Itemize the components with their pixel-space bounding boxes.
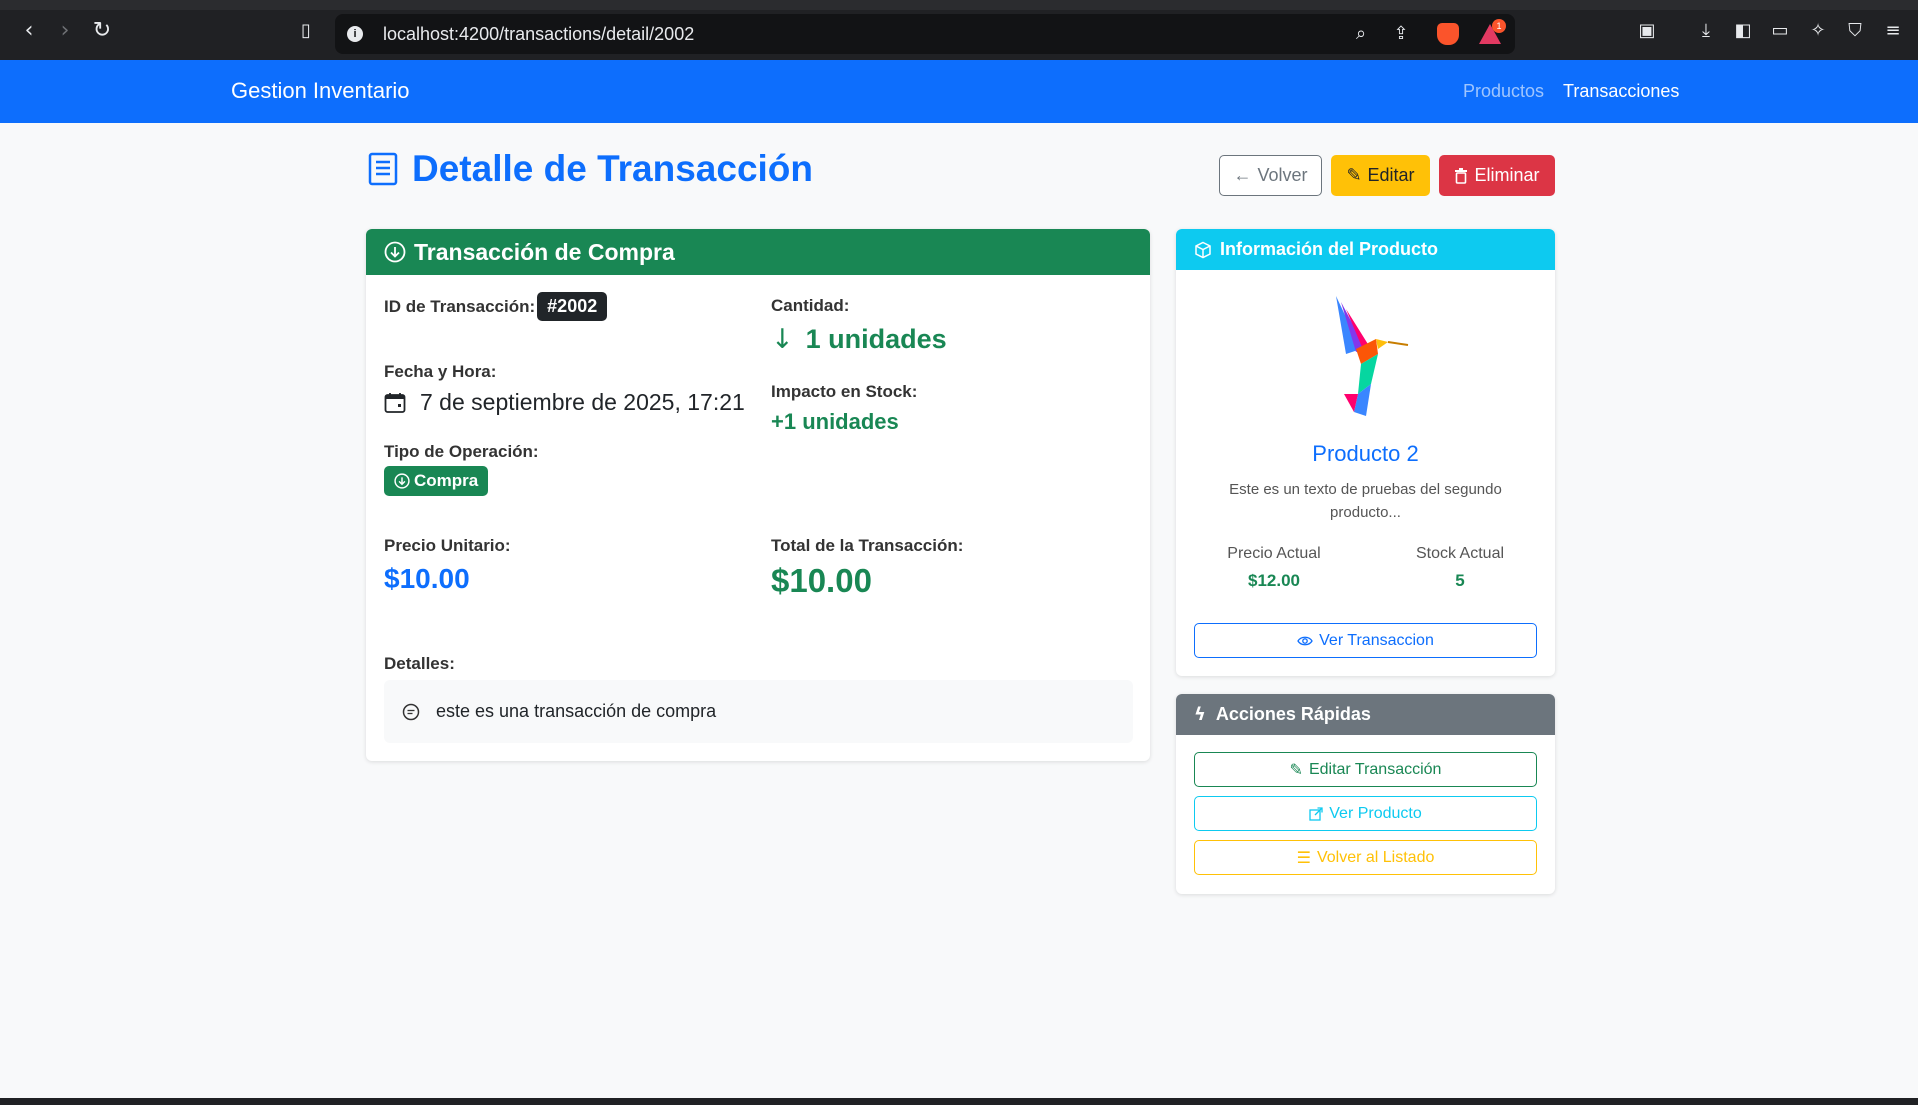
unit-price-label: Precio Unitario: xyxy=(384,536,511,555)
quick-actions-title: Acciones Rápidas xyxy=(1215,704,1371,724)
quantity-value-row: ↓ 1 unidades xyxy=(771,324,947,355)
arrow-down-circle-icon xyxy=(384,241,406,263)
details-value: este es una transacción de compra xyxy=(436,701,717,721)
date-label: Fecha y Hora: xyxy=(384,362,497,381)
navbar-brand[interactable]: Gestion Inventario xyxy=(231,78,410,104)
edit-button-label: Editar xyxy=(1367,165,1415,185)
quick-actions-card: ϟ Acciones Rápidas ✎ Editar Transacción … xyxy=(1176,694,1555,894)
calendar-icon xyxy=(384,392,406,413)
arrow-left-icon: ← xyxy=(1233,165,1252,185)
list-icon: ☰ xyxy=(1296,848,1311,867)
product-info-card: Información del Producto Producto 2 Este… xyxy=(1176,229,1555,676)
eye-icon xyxy=(1297,636,1313,645)
date-value: 7 de septiembre de 2025, 17:21 xyxy=(420,389,745,415)
lightning-icon: ϟ xyxy=(1194,704,1206,725)
unit-price-value: $10.00 xyxy=(384,563,470,594)
view-transaction-button[interactable]: Ver Transaccion xyxy=(1194,623,1537,658)
product-card-title: Información del Producto xyxy=(1220,239,1439,259)
bookmark-icon[interactable]: ▯ xyxy=(293,18,319,44)
share-icon[interactable]: ⇪ xyxy=(1389,22,1413,46)
pencil-icon: ✎ xyxy=(1346,165,1362,185)
address-bar[interactable]: i localhost:4200/transactions/detail/200… xyxy=(335,14,1515,54)
zoom-icon[interactable]: ⌕ xyxy=(1349,22,1373,46)
view-product-button[interactable]: Ver Producto xyxy=(1194,796,1537,831)
external-link-icon xyxy=(1309,806,1323,821)
product-image xyxy=(1336,296,1409,416)
reload-icon[interactable]: ↻ xyxy=(89,18,115,44)
operation-type-badge: Compra xyxy=(384,466,489,496)
product-card-header: Información del Producto xyxy=(1176,229,1555,270)
vpn-icon[interactable]: ⛉ xyxy=(1842,18,1868,44)
nav-link-transacciones[interactable]: Transacciones xyxy=(1563,81,1679,102)
transaction-card-title: Transacción de Compra xyxy=(414,238,675,265)
url-text[interactable]: localhost:4200/transactions/detail/2002 xyxy=(383,24,694,45)
delete-button-label: Eliminar xyxy=(1474,165,1540,185)
price-label: Precio Actual xyxy=(1227,545,1321,562)
tab-strip xyxy=(0,0,1918,10)
stock-value: 5 xyxy=(1455,571,1465,590)
transaction-id-label: ID de Transacción: xyxy=(384,296,536,316)
brave-shields-icon[interactable] xyxy=(1437,23,1459,45)
page-title: Detalle de Transacción xyxy=(368,148,813,190)
operation-type-label: Tipo de Operación: xyxy=(384,442,539,461)
operation-type-value: Compra xyxy=(414,471,479,490)
receipt-icon xyxy=(368,152,398,186)
pencil-icon: ✎ xyxy=(1289,761,1303,779)
stock-impact-label: Impacto en Stock: xyxy=(771,382,918,401)
arrow-down-circle-icon xyxy=(394,473,410,489)
total-value: $10.00 xyxy=(771,562,872,599)
leo-ai-icon[interactable]: ✧ xyxy=(1805,18,1831,44)
total-label: Total de la Transacción: xyxy=(771,536,964,555)
nav-link-productos[interactable]: Productos xyxy=(1463,81,1544,102)
box-icon xyxy=(1195,241,1211,258)
quantity-value: 1 unidades xyxy=(805,324,947,354)
transaction-id-badge: #2002 xyxy=(537,292,608,321)
back-to-list-label: Volver al Listado xyxy=(1316,848,1435,866)
product-name[interactable]: Producto 2 xyxy=(1176,441,1555,467)
product-description: Este es un texto de pruebas del segundo … xyxy=(1229,481,1502,521)
forward-arrow-icon[interactable]: › xyxy=(52,18,78,44)
view-transaction-label: Ver Transaccion xyxy=(1319,631,1434,649)
site-info-icon[interactable]: i xyxy=(347,26,363,42)
reader-mode-icon[interactable]: ▣ xyxy=(1634,18,1660,44)
price-value: $12.00 xyxy=(1248,571,1300,590)
details-label: Detalles: xyxy=(384,654,455,673)
edit-transaction-button[interactable]: ✎ Editar Transacción xyxy=(1194,752,1537,787)
back-arrow-icon[interactable]: ‹ xyxy=(16,18,42,44)
menu-icon[interactable]: ≡ xyxy=(1880,18,1906,44)
stock-label: Stock Actual xyxy=(1415,545,1505,562)
page-title-text: Detalle de Transacción xyxy=(412,148,814,189)
transaction-card-header: Transacción de Compra xyxy=(366,229,1150,275)
quick-actions-header: ϟ Acciones Rápidas xyxy=(1176,694,1555,735)
wallet-icon[interactable]: ▭ xyxy=(1767,18,1793,44)
transaction-card: Transacción de Compra ID de Transacción:… xyxy=(366,229,1150,761)
taskbar-edge xyxy=(0,1098,1918,1105)
details-box: este es una transacción de compra xyxy=(384,680,1133,743)
trash-icon xyxy=(1455,167,1468,184)
back-button-label: Volver xyxy=(1257,165,1308,185)
sidebar-icon[interactable]: ◧ xyxy=(1730,18,1756,44)
delete-button[interactable]: Eliminar xyxy=(1439,155,1555,196)
back-button[interactable]: ← Volver xyxy=(1219,155,1322,196)
stock-impact-value: +1 unidades xyxy=(771,409,899,434)
transaction-id-row: ID de Transacción: #2002 xyxy=(384,292,608,321)
edit-button[interactable]: ✎ Editar xyxy=(1331,155,1430,196)
edit-transaction-label: Editar Transacción xyxy=(1308,760,1442,778)
back-to-list-button[interactable]: ☰ Volver al Listado xyxy=(1194,840,1537,875)
app-navbar: Gestion Inventario Productos Transaccion… xyxy=(0,60,1918,123)
date-value-row: 7 de septiembre de 2025, 17:21 xyxy=(384,389,745,416)
view-product-label: Ver Producto xyxy=(1329,804,1422,822)
quantity-label: Cantidad: xyxy=(771,296,850,315)
chat-icon xyxy=(402,703,420,720)
rewards-badge: 1 xyxy=(1492,19,1506,33)
browser-chrome: ‹ › ↻ ▯ i localhost:4200/transactions/de… xyxy=(0,0,1918,60)
arrow-down-icon: ↓ xyxy=(771,324,794,355)
download-icon[interactable]: ⤓ xyxy=(1693,18,1719,44)
